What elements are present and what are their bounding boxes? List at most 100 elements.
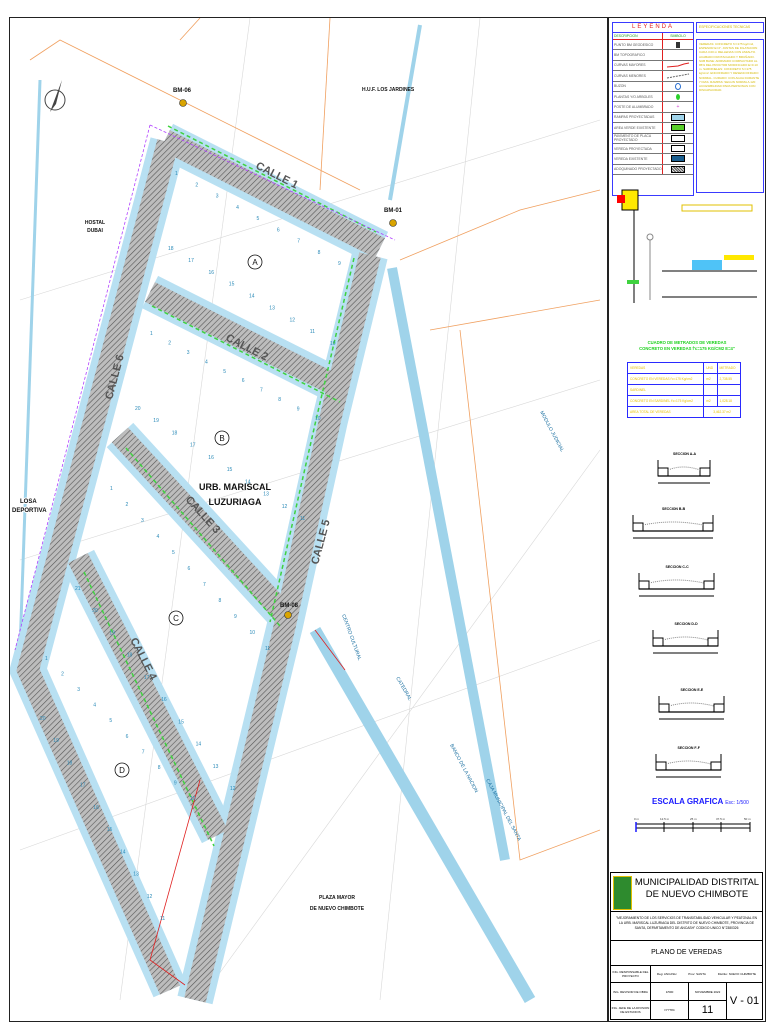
lot-number: 6 [277, 227, 280, 233]
scale-tick: 12.5 m [660, 817, 670, 821]
lot-number: 12 [230, 786, 236, 792]
lot-number: 14 [196, 742, 202, 748]
lot-number: 5 [172, 550, 175, 556]
lot-number: 2 [61, 672, 64, 678]
cell [703, 384, 718, 396]
cell: CONCRETO EN SARDINEL f'c=175 Kg/cm2 [626, 395, 705, 407]
lot-number: 18 [172, 430, 178, 436]
scale-value: 1/500 [651, 983, 689, 1001]
table-row: AREA TOTAL DE VEREDAS 3,462.37 m2 [626, 406, 741, 418]
legend-symbol-icon [663, 82, 693, 90]
legend-item-label: BUZON [613, 81, 663, 91]
lot-number: 1 [45, 656, 48, 662]
section-title: SECCION F-F [677, 746, 700, 750]
section-title: SECCION E-E [680, 688, 704, 692]
lot-number: 15 [227, 467, 233, 473]
sidewalk-detail-drawing [617, 189, 757, 303]
section-drawing [655, 754, 722, 778]
lot-number: 11 [160, 916, 165, 922]
legend-item-label: CURVAS MAYORES [613, 60, 663, 71]
municipality-name-2: DE NUEVO CHIMBOTE [645, 889, 749, 900]
legend-symbol-icon [663, 41, 693, 48]
lot-number: 8 [278, 397, 281, 403]
lot-number: 12 [290, 317, 296, 323]
legend-item: VEREDA EXISTENTE [613, 154, 693, 165]
lot-number: 13 [269, 305, 275, 311]
cell: m2 [703, 373, 718, 385]
metrado-table: VEREDAS UND METRADO CONCRETO EN VEREDAS f'… [626, 362, 742, 418]
site-plan[interactable]: BM-06 BM-01 BM-08 H.U.F. LOS JARDINES HO… [10, 18, 607, 1021]
table-row: VEREDAS UND METRADO [626, 362, 742, 374]
lot-number: 16 [93, 805, 99, 811]
legend-item: BM TOPOGRAFICO [613, 50, 693, 61]
lot-number: 8 [158, 765, 161, 771]
lot-number: 15 [229, 282, 235, 288]
lot-number: 6 [242, 378, 245, 384]
block-d-label: D [119, 766, 125, 775]
cell: 1,028.18 [716, 395, 742, 407]
section-title: SECCION B-B [662, 507, 686, 511]
scale-tick: 37.5 m [716, 817, 726, 821]
table-row: CONCRETO EN SARDINEL f'c=175 Kg/cm2 m2 1,0… [626, 395, 742, 407]
block-b-label: B [219, 434, 224, 443]
centro-cultural-label: CENTRO CULTURAL [340, 614, 362, 662]
lot-number: 19 [153, 418, 159, 424]
metrado-title-2: CONCRETO EN VEREDAS f'c=175 KG/CM2 E=4" [639, 346, 735, 351]
legend-title: LEYENDA [613, 23, 693, 33]
streets[interactable] [10, 123, 396, 1005]
lot-number: 14 [120, 849, 126, 855]
block-c-label: C [173, 614, 179, 623]
bm-06-label: BM-06 [173, 88, 192, 94]
legend-item-label: BM TOPOGRAFICO [613, 50, 663, 60]
total-label: AREA TOTAL DE VEREDAS [626, 406, 705, 418]
lot-number: 8 [219, 598, 222, 604]
block-a-label: A [252, 258, 258, 267]
legend-item-label: RAMPAS PROYECTADAS [613, 112, 663, 123]
designer-2: ING. REVISOR DE OBRA [611, 983, 651, 1001]
legend-symbol-icon [663, 124, 693, 132]
legend-item: CURVAS MENORES [613, 71, 693, 82]
lot-number: 18 [168, 246, 174, 252]
lot-number: 12 [147, 894, 153, 900]
lot-number: 20 [135, 406, 141, 412]
lot-number: 9 [338, 261, 341, 267]
section-drawing [657, 460, 711, 484]
province: Prov: SANTA [688, 971, 706, 976]
lot-number: 10 [330, 341, 336, 347]
date: NOVIEMBRE 2022 [689, 983, 727, 1001]
lot-number: 9 [234, 614, 237, 620]
lot-number: 16 [208, 455, 214, 461]
lot-number: 17 [190, 443, 196, 449]
legend-symbol-icon [663, 155, 693, 163]
lot-number: 7 [260, 388, 263, 394]
section-title: SECCION A-A [673, 452, 697, 456]
lot-number: 17 [144, 675, 150, 681]
lot-number: 4 [236, 205, 239, 211]
losa-label-2: DEPORTIVA [12, 508, 47, 514]
scale-esc: Esc: 1/500 [725, 800, 749, 806]
legend-symbol-icon [663, 93, 693, 100]
notes-title: ESPECIFICACIONES TECNICAS [696, 22, 764, 33]
legend-item: VEREDA PROYECTADA [613, 143, 693, 155]
header-cell: VEREDAS [626, 362, 705, 374]
lot-number: 3 [141, 518, 144, 524]
lot-number: 20 [40, 716, 46, 722]
lot-number: 18 [67, 760, 73, 766]
lot-number: 5 [257, 216, 260, 222]
legend-item-label: VEREDA EXISTENTE [613, 154, 663, 164]
lot-number: 2 [126, 502, 129, 508]
urb-label-2: LUZURIAGA [209, 497, 262, 507]
lot-number: 10 [190, 796, 196, 802]
cell: SARDINEL [626, 384, 705, 396]
lot-number: 1 [175, 171, 178, 177]
legend-item: RAMPAS PROYECTADAS [613, 112, 693, 124]
designer-3: ING. JEFE DE LA DIVISION DE ESTUDIOS [611, 1001, 651, 1019]
lot-number: 16 [209, 270, 215, 276]
cell: m2 [703, 395, 718, 407]
lot-number: 5 [109, 718, 112, 724]
metrado-title: CUADRO DE METRADOS DE VEREDAS CONCRETO E… [612, 340, 762, 352]
lot-number: 21 [75, 586, 81, 592]
sheet-code: V - 01 [729, 995, 760, 1007]
scale-tick: 50 m [744, 817, 751, 821]
legend-item: PLANTAS Y/O ARBOLES [613, 91, 693, 103]
